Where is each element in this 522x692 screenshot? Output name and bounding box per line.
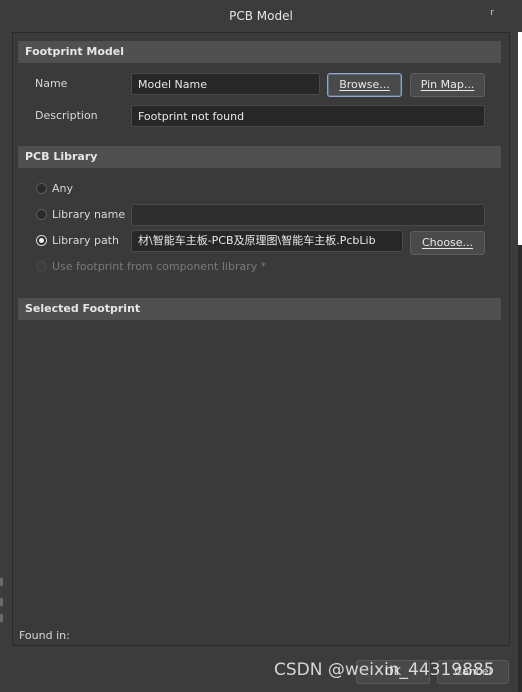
description-label: Description (35, 109, 98, 122)
radio-any-button[interactable] (36, 183, 47, 194)
radio-library-name-label: Library name (52, 208, 126, 221)
pin-map-button[interactable]: Pin Map... (410, 73, 485, 97)
dialog-title: PCB Model (229, 9, 293, 23)
left-mark (0, 598, 3, 606)
pcb-library-header: PCB Library (18, 146, 501, 168)
selected-footprint-header: Selected Footprint (18, 298, 501, 320)
radio-use-component-library-button[interactable] (36, 261, 47, 272)
library-path-value: 材\智能车主板-PCB及原理图\智能车主板.PcbLib (138, 234, 376, 247)
library-name-input[interactable] (131, 204, 485, 226)
footprint-model-header: Footprint Model (18, 41, 501, 63)
radio-library-path-button[interactable] (36, 235, 47, 246)
left-mark (0, 614, 3, 622)
radio-library-name-button[interactable] (36, 209, 47, 220)
name-label: Name (35, 77, 68, 90)
choose-button[interactable]: Choose... (410, 231, 485, 255)
title-bar[interactable]: PCB Model r (0, 0, 522, 32)
background-app-strip (518, 0, 522, 692)
background-white-segment (518, 0, 522, 245)
footprint-preview-area (18, 320, 501, 620)
library-path-input[interactable]: 材\智能车主板-PCB及原理图\智能车主板.PcbLib (131, 230, 403, 252)
description-input[interactable] (131, 105, 485, 127)
pcb-model-dialog: PCB Model r Footprint Model Name Browse.… (0, 0, 522, 692)
browse-button[interactable]: Browse... (327, 73, 402, 97)
radio-library-path-label: Library path (52, 234, 119, 247)
model-name-input[interactable] (131, 73, 320, 95)
radio-use-component-library-label: Use footprint from component library * (52, 260, 267, 273)
left-mark (0, 578, 3, 586)
close-icon[interactable]: r (490, 8, 494, 18)
radio-any-label: Any (52, 182, 74, 195)
found-in-label: Found in: (19, 629, 70, 642)
csdn-watermark: CSDN @weixin_44319885 (274, 660, 495, 680)
